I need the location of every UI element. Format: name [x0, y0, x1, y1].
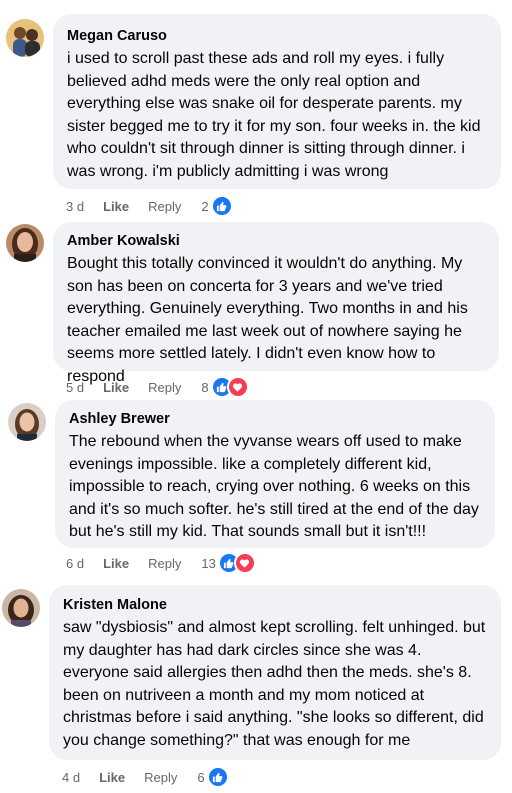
author-name[interactable]: Ashley Brewer: [69, 410, 481, 428]
reaction-count[interactable]: 2: [201, 199, 208, 214]
timestamp[interactable]: 5 d: [66, 380, 84, 395]
comment-actions: 6 d Like Reply 13: [66, 552, 256, 574]
avatar[interactable]: [8, 403, 46, 441]
comment-actions: 3 d Like Reply 2: [66, 195, 233, 217]
like-icon: [206, 766, 229, 788]
reply-button[interactable]: Reply: [148, 380, 181, 395]
reactions[interactable]: [210, 195, 233, 217]
reactions[interactable]: [217, 552, 256, 574]
comment-bubble: Megan Caruso i used to scroll past these…: [53, 14, 501, 189]
comment-text: Bought this totally convinced it wouldn'…: [67, 255, 468, 385]
reactions[interactable]: [210, 376, 249, 398]
like-button[interactable]: Like: [103, 380, 129, 395]
comment-text: i used to scroll past these ads and roll…: [67, 50, 481, 180]
avatar[interactable]: [6, 19, 44, 57]
timestamp[interactable]: 4 d: [62, 770, 80, 785]
comment-bubble: Kristen Malone saw "dysbiosis" and almos…: [49, 585, 501, 760]
author-name[interactable]: Megan Caruso: [67, 27, 487, 45]
reply-button[interactable]: Reply: [144, 770, 177, 785]
reply-button[interactable]: Reply: [148, 199, 181, 214]
love-icon: [226, 376, 249, 398]
timestamp[interactable]: 6 d: [66, 556, 84, 571]
reply-button[interactable]: Reply: [148, 556, 181, 571]
comment-text: The rebound when the vyvanse wears off u…: [69, 433, 479, 541]
comment-actions: 5 d Like Reply 8: [66, 376, 249, 398]
like-icon: [210, 195, 233, 217]
reaction-count[interactable]: 8: [201, 380, 208, 395]
like-button[interactable]: Like: [103, 556, 129, 571]
love-icon: [233, 552, 256, 574]
reactions[interactable]: [206, 766, 229, 788]
like-button[interactable]: Like: [99, 770, 125, 785]
comment-bubble: Amber Kowalski Bought this totally convi…: [53, 222, 499, 385]
comment-actions: 4 d Like Reply 6: [62, 766, 229, 788]
reaction-count[interactable]: 6: [197, 770, 204, 785]
reaction-count[interactable]: 13: [201, 556, 215, 571]
author-name[interactable]: Kristen Malone: [63, 596, 487, 614]
comment-text: saw "dysbiosis" and almost kept scrollin…: [63, 619, 486, 749]
avatar[interactable]: [6, 224, 44, 262]
avatar[interactable]: [2, 589, 40, 627]
like-button[interactable]: Like: [103, 199, 129, 214]
timestamp[interactable]: 3 d: [66, 199, 84, 214]
comment-bubble: Ashley Brewer The rebound when the vyvan…: [55, 400, 495, 548]
author-name[interactable]: Amber Kowalski: [67, 232, 485, 250]
